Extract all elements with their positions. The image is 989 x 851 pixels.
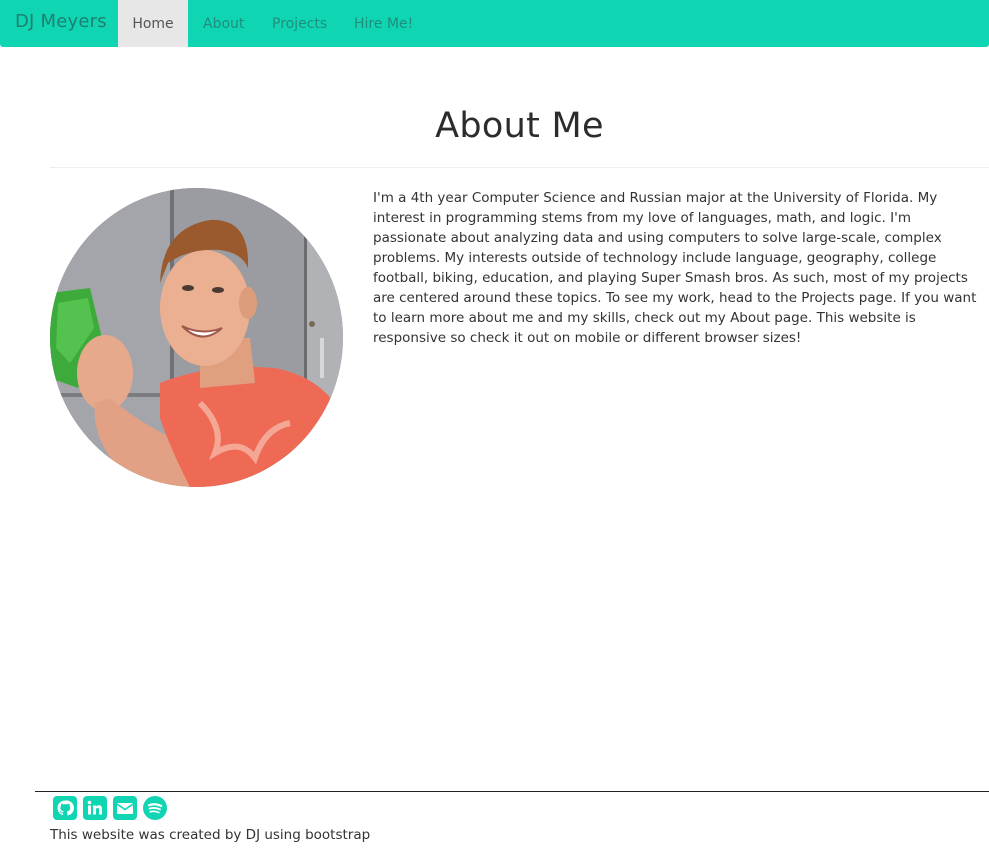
social-links: [53, 796, 167, 820]
page-title: About Me: [435, 106, 604, 146]
nav-menu: Home About Projects Hire Me!: [118, 0, 424, 47]
linkedin-icon[interactable]: [83, 796, 107, 820]
nav-projects[interactable]: Projects: [257, 0, 339, 47]
spotify-icon[interactable]: [143, 796, 167, 820]
profile-photo: [50, 188, 343, 487]
nav-hire-me[interactable]: Hire Me!: [339, 0, 424, 47]
brand-link[interactable]: DJ Meyers: [15, 11, 107, 32]
footer-credit: This website was created by DJ using boo…: [50, 827, 371, 843]
navbar: DJ Meyers Home About Projects Hire Me!: [0, 0, 989, 47]
title-divider: [50, 167, 989, 168]
github-icon[interactable]: [53, 796, 77, 820]
nav-home[interactable]: Home: [118, 0, 188, 47]
footer-divider: [35, 791, 989, 792]
nav-about[interactable]: About: [188, 0, 257, 47]
email-icon[interactable]: [113, 796, 137, 820]
bio-text: I'm a 4th year Computer Science and Russ…: [373, 190, 977, 346]
